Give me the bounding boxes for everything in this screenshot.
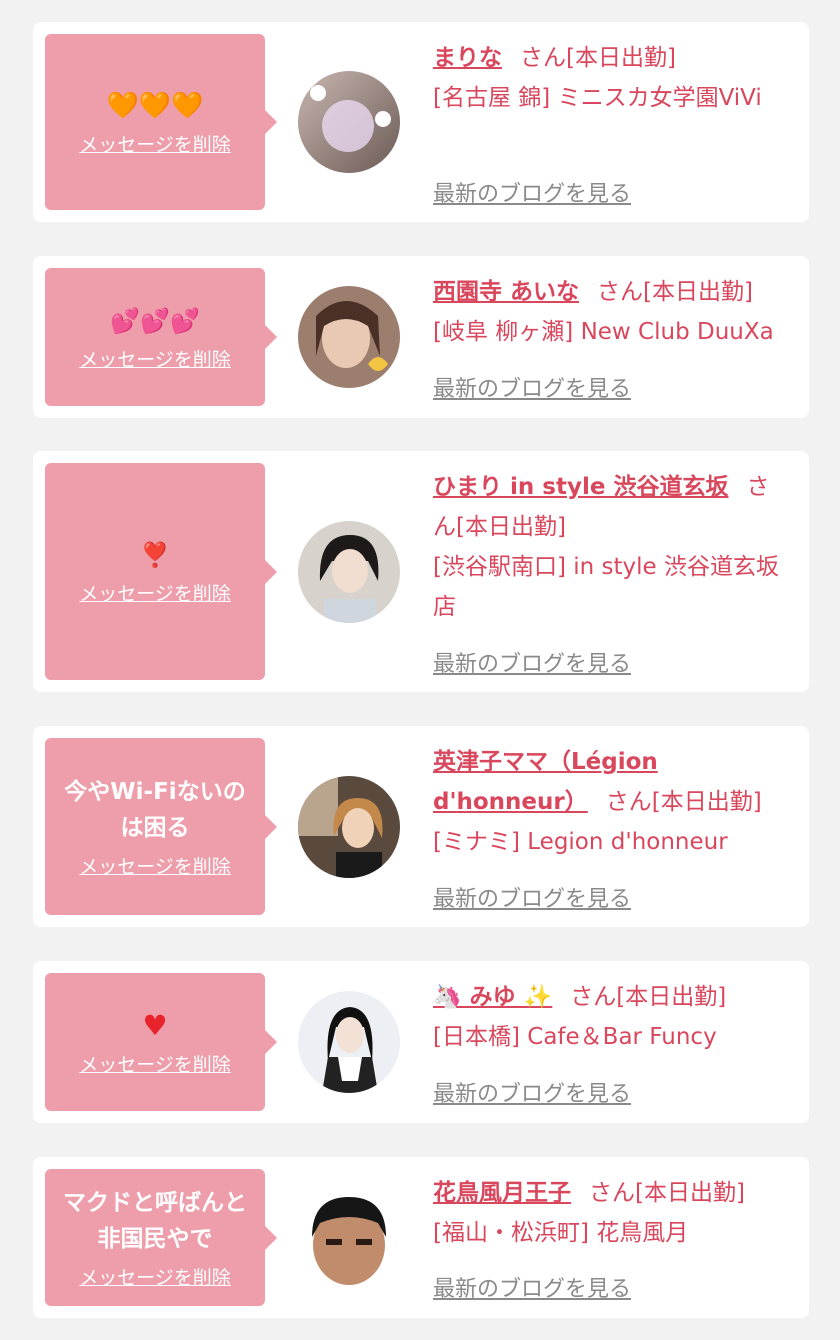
shop-name: [日本橋] Cafe＆Bar Funcy: [433, 1024, 717, 1050]
latest-blog-link[interactable]: 最新のブログを見る: [433, 1271, 631, 1303]
avatar[interactable]: [298, 991, 400, 1093]
message-card: マクドと呼ばんと非国民やで メッセージを削除 花鳥風月王子 さん[本日出勤] [福…: [33, 1157, 809, 1318]
cast-name-link[interactable]: ひまり in style 渋谷道玄坂: [433, 474, 728, 500]
latest-blog-link[interactable]: 最新のブログを見る: [433, 1076, 631, 1108]
message-bubble: 🧡🧡🧡 メッセージを削除: [45, 34, 277, 210]
shop-name: [名古屋 錦] ミニスカ女学園ViVi: [433, 85, 762, 111]
latest-blog-link[interactable]: 最新のブログを見る: [433, 176, 631, 208]
message-bubble: マクドと呼ばんと非国民やで メッセージを削除: [45, 1169, 277, 1306]
message-text: 💕💕💕: [110, 306, 200, 335]
delete-message-link[interactable]: メッセージを削除: [79, 852, 231, 879]
cast-info: 花鳥風月王子 さん[本日出勤] [福山・松浜町] 花鳥風月: [433, 1173, 791, 1253]
message-text: 🧡🧡🧡: [106, 90, 204, 121]
message-bubble: ❣️ メッセージを削除: [45, 463, 277, 680]
cast-info: 西園寺 あいな さん[本日出勤] [岐阜 柳ヶ瀬] New Club DuuXa: [433, 272, 791, 352]
avatar[interactable]: [298, 776, 400, 878]
shop-name: [福山・松浜町] 花鳥風月: [433, 1220, 689, 1246]
cast-info: ひまり in style 渋谷道玄坂 さん[本日出勤] [渋谷駅南口] in st…: [433, 467, 791, 627]
cast-name-link[interactable]: 西園寺 あいな: [433, 279, 579, 305]
cast-name-link[interactable]: 🦄 みゆ ✨: [433, 984, 552, 1010]
message-bubble: 💕💕💕 メッセージを削除: [45, 268, 277, 406]
message-bubble: ♥ メッセージを削除: [45, 973, 277, 1111]
delete-message-link[interactable]: メッセージを削除: [79, 1050, 231, 1077]
message-text: 今やWi-Fiないのは困る: [64, 779, 246, 841]
avatar[interactable]: [298, 286, 400, 388]
cast-name-link[interactable]: 花鳥風月王子: [433, 1180, 571, 1206]
message-card: 🧡🧡🧡 メッセージを削除 まりな さん[本日出勤] [名古屋 錦] ミニスカ女学園…: [33, 22, 809, 222]
message-bubble: 今やWi-Fiないのは困る メッセージを削除: [45, 738, 277, 915]
message-text: ♥: [142, 1008, 168, 1042]
status-text: さん[本日出勤]: [589, 1180, 745, 1206]
cast-info: 🦄 みゆ ✨ さん[本日出勤] [日本橋] Cafe＆Bar Funcy: [433, 977, 791, 1057]
cast-info: 英津子ママ（Légion d'honneur） さん[本日出勤] [ミナミ] Le…: [433, 742, 791, 862]
message-card: ❣️ メッセージを削除 ひまり in style 渋谷道玄坂 さん[本日出勤] […: [33, 451, 809, 692]
status-text: さん[本日出勤]: [597, 279, 753, 305]
latest-blog-link[interactable]: 最新のブログを見る: [433, 371, 631, 403]
message-card: 今やWi-Fiないのは困る メッセージを削除 英津子ママ（Légion d'ho…: [33, 726, 809, 927]
avatar[interactable]: [298, 521, 400, 623]
shop-name: [渋谷駅南口] in style 渋谷道玄坂店: [433, 554, 779, 620]
shop-name: [ミナミ] Legion d'honneur: [433, 829, 728, 855]
status-text: さん[本日出勤]: [570, 984, 727, 1010]
shop-name: [岐阜 柳ヶ瀬] New Club DuuXa: [433, 319, 774, 345]
cast-info: まりな さん[本日出勤] [名古屋 錦] ミニスカ女学園ViVi: [433, 38, 791, 118]
message-card: ♥ メッセージを削除 🦄 みゆ ✨ さん[本日出勤] [日本橋] Cafe＆Bar…: [33, 961, 809, 1123]
cast-name-link[interactable]: まりな: [433, 45, 502, 71]
message-text: ❣️: [140, 541, 170, 569]
message-card: 💕💕💕 メッセージを削除 西園寺 あいな さん[本日出勤] [岐阜 柳ヶ瀬] Ne…: [33, 256, 809, 418]
status-text: さん[本日出勤]: [520, 45, 676, 71]
latest-blog-link[interactable]: 最新のブログを見る: [433, 646, 631, 678]
avatar[interactable]: [298, 1187, 400, 1289]
latest-blog-link[interactable]: 最新のブログを見る: [433, 881, 631, 913]
delete-message-link[interactable]: メッセージを削除: [79, 345, 231, 372]
delete-message-link[interactable]: メッセージを削除: [79, 579, 231, 606]
avatar[interactable]: [298, 71, 400, 173]
delete-message-link[interactable]: メッセージを削除: [79, 130, 231, 157]
status-text: さん[本日出勤]: [605, 789, 762, 815]
message-text: マクドと呼ばんと非国民やで: [63, 1190, 247, 1252]
delete-message-link[interactable]: メッセージを削除: [79, 1263, 231, 1290]
